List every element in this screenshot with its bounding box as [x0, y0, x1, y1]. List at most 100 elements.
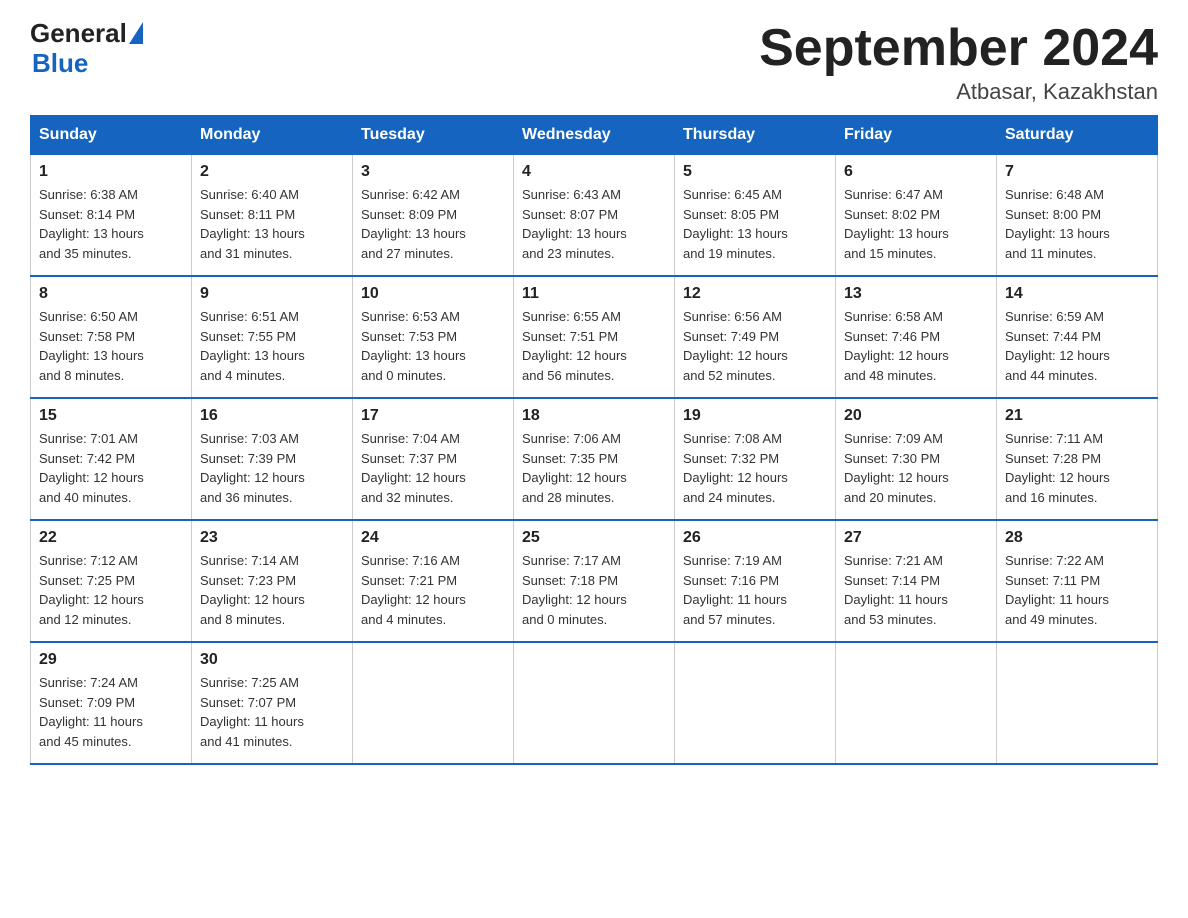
day-number: 8	[39, 285, 183, 303]
calendar-cell: 20 Sunrise: 7:09 AMSunset: 7:30 PMDayligh…	[836, 398, 997, 520]
day-info: Sunrise: 7:24 AMSunset: 7:09 PMDaylight:…	[39, 673, 183, 751]
calendar-cell: 22 Sunrise: 7:12 AMSunset: 7:25 PMDayligh…	[31, 520, 192, 642]
day-info: Sunrise: 6:56 AMSunset: 7:49 PMDaylight:…	[683, 307, 827, 385]
column-header-monday: Monday	[192, 116, 353, 155]
calendar-cell: 28 Sunrise: 7:22 AMSunset: 7:11 PMDayligh…	[997, 520, 1158, 642]
calendar-cell: 7Sunrise: 6:48 AMSunset: 8:00 PMDaylight…	[997, 155, 1158, 277]
calendar-cell: 25 Sunrise: 7:17 AMSunset: 7:18 PMDayligh…	[514, 520, 675, 642]
day-info: Sunrise: 6:45 AMSunset: 8:05 PMDaylight:…	[683, 185, 827, 263]
day-number: 2	[200, 163, 344, 181]
day-number: 24	[361, 529, 505, 547]
day-number: 23	[200, 529, 344, 547]
day-info: Sunrise: 7:01 AMSunset: 7:42 PMDaylight:…	[39, 429, 183, 507]
day-number: 21	[1005, 407, 1149, 425]
day-info: Sunrise: 7:04 AMSunset: 7:37 PMDaylight:…	[361, 429, 505, 507]
calendar-cell: 14Sunrise: 6:59 AMSunset: 7:44 PMDayligh…	[997, 276, 1158, 398]
day-number: 3	[361, 163, 505, 181]
calendar-cell: 19 Sunrise: 7:08 AMSunset: 7:32 PMDayligh…	[675, 398, 836, 520]
column-header-thursday: Thursday	[675, 116, 836, 155]
calendar-cell: 29 Sunrise: 7:24 AMSunset: 7:09 PMDayligh…	[31, 642, 192, 764]
calendar-week-row: 8 Sunrise: 6:50 AMSunset: 7:58 PMDaylight…	[31, 276, 1158, 398]
column-header-tuesday: Tuesday	[353, 116, 514, 155]
day-number: 1	[39, 163, 183, 181]
day-info: Sunrise: 7:06 AMSunset: 7:35 PMDaylight:…	[522, 429, 666, 507]
calendar-cell	[514, 642, 675, 764]
calendar-cell: 2 Sunrise: 6:40 AMSunset: 8:11 PMDaylight…	[192, 155, 353, 277]
day-number: 28	[1005, 529, 1149, 547]
day-info: Sunrise: 7:03 AMSunset: 7:39 PMDaylight:…	[200, 429, 344, 507]
month-title: September 2024	[759, 20, 1158, 77]
day-number: 16	[200, 407, 344, 425]
day-number: 25	[522, 529, 666, 547]
day-number: 11	[522, 285, 666, 303]
day-number: 18	[522, 407, 666, 425]
calendar-cell: 16 Sunrise: 7:03 AMSunset: 7:39 PMDayligh…	[192, 398, 353, 520]
title-area: September 2024 Atbasar, Kazakhstan	[759, 20, 1158, 105]
day-info: Sunrise: 6:58 AMSunset: 7:46 PMDaylight:…	[844, 307, 988, 385]
day-info: Sunrise: 7:21 AMSunset: 7:14 PMDaylight:…	[844, 551, 988, 629]
calendar-cell: 17Sunrise: 7:04 AMSunset: 7:37 PMDayligh…	[353, 398, 514, 520]
calendar-week-row: 1 Sunrise: 6:38 AMSunset: 8:14 PMDaylight…	[31, 155, 1158, 277]
calendar-cell: 1 Sunrise: 6:38 AMSunset: 8:14 PMDaylight…	[31, 155, 192, 277]
calendar-cell: 3 Sunrise: 6:42 AMSunset: 8:09 PMDaylight…	[353, 155, 514, 277]
calendar-cell: 9 Sunrise: 6:51 AMSunset: 7:55 PMDaylight…	[192, 276, 353, 398]
calendar-cell: 10 Sunrise: 6:53 AMSunset: 7:53 PMDayligh…	[353, 276, 514, 398]
calendar-cell: 30Sunrise: 7:25 AMSunset: 7:07 PMDayligh…	[192, 642, 353, 764]
calendar-cell: 6 Sunrise: 6:47 AMSunset: 8:02 PMDaylight…	[836, 155, 997, 277]
calendar-table: SundayMondayTuesdayWednesdayThursdayFrid…	[30, 115, 1158, 765]
calendar-cell: 15 Sunrise: 7:01 AMSunset: 7:42 PMDayligh…	[31, 398, 192, 520]
day-info: Sunrise: 6:38 AMSunset: 8:14 PMDaylight:…	[39, 185, 183, 263]
calendar-header-row: SundayMondayTuesdayWednesdayThursdayFrid…	[31, 116, 1158, 155]
day-info: Sunrise: 6:47 AMSunset: 8:02 PMDaylight:…	[844, 185, 988, 263]
day-info: Sunrise: 6:50 AMSunset: 7:58 PMDaylight:…	[39, 307, 183, 385]
logo: General Blue	[30, 20, 145, 79]
calendar-cell: 11Sunrise: 6:55 AMSunset: 7:51 PMDayligh…	[514, 276, 675, 398]
calendar-cell: 12 Sunrise: 6:56 AMSunset: 7:49 PMDayligh…	[675, 276, 836, 398]
calendar-week-row: 15 Sunrise: 7:01 AMSunset: 7:42 PMDayligh…	[31, 398, 1158, 520]
day-number: 6	[844, 163, 988, 181]
day-info: Sunrise: 7:16 AMSunset: 7:21 PMDaylight:…	[361, 551, 505, 629]
day-info: Sunrise: 7:11 AMSunset: 7:28 PMDaylight:…	[1005, 429, 1149, 507]
day-number: 27	[844, 529, 988, 547]
day-info: Sunrise: 7:14 AMSunset: 7:23 PMDaylight:…	[200, 551, 344, 629]
day-info: Sunrise: 6:51 AMSunset: 7:55 PMDaylight:…	[200, 307, 344, 385]
day-number: 26	[683, 529, 827, 547]
day-number: 29	[39, 651, 183, 669]
day-number: 9	[200, 285, 344, 303]
page-header: General Blue September 2024 Atbasar, Kaz…	[30, 20, 1158, 105]
day-number: 15	[39, 407, 183, 425]
day-number: 7	[1005, 163, 1149, 181]
day-info: Sunrise: 6:40 AMSunset: 8:11 PMDaylight:…	[200, 185, 344, 263]
day-number: 19	[683, 407, 827, 425]
day-info: Sunrise: 7:12 AMSunset: 7:25 PMDaylight:…	[39, 551, 183, 629]
calendar-cell: 21 Sunrise: 7:11 AMSunset: 7:28 PMDayligh…	[997, 398, 1158, 520]
day-info: Sunrise: 7:19 AMSunset: 7:16 PMDaylight:…	[683, 551, 827, 629]
logo-blue-text: Blue	[32, 48, 88, 78]
location-title: Atbasar, Kazakhstan	[759, 79, 1158, 105]
day-number: 20	[844, 407, 988, 425]
day-number: 22	[39, 529, 183, 547]
day-info: Sunrise: 7:25 AMSunset: 7:07 PMDaylight:…	[200, 673, 344, 751]
day-number: 5	[683, 163, 827, 181]
day-number: 14	[1005, 285, 1149, 303]
day-number: 13	[844, 285, 988, 303]
day-info: Sunrise: 6:53 AMSunset: 7:53 PMDaylight:…	[361, 307, 505, 385]
calendar-cell	[353, 642, 514, 764]
calendar-cell: 5 Sunrise: 6:45 AMSunset: 8:05 PMDaylight…	[675, 155, 836, 277]
day-number: 4	[522, 163, 666, 181]
calendar-cell: 24 Sunrise: 7:16 AMSunset: 7:21 PMDayligh…	[353, 520, 514, 642]
calendar-cell: 4Sunrise: 6:43 AMSunset: 8:07 PMDaylight…	[514, 155, 675, 277]
day-info: Sunrise: 7:09 AMSunset: 7:30 PMDaylight:…	[844, 429, 988, 507]
day-info: Sunrise: 7:22 AMSunset: 7:11 PMDaylight:…	[1005, 551, 1149, 629]
day-info: Sunrise: 7:17 AMSunset: 7:18 PMDaylight:…	[522, 551, 666, 629]
day-number: 12	[683, 285, 827, 303]
day-info: Sunrise: 7:08 AMSunset: 7:32 PMDaylight:…	[683, 429, 827, 507]
day-info: Sunrise: 6:42 AMSunset: 8:09 PMDaylight:…	[361, 185, 505, 263]
calendar-cell	[675, 642, 836, 764]
day-number: 10	[361, 285, 505, 303]
calendar-cell: 27 Sunrise: 7:21 AMSunset: 7:14 PMDayligh…	[836, 520, 997, 642]
logo-general-text: General	[30, 20, 127, 46]
calendar-cell	[836, 642, 997, 764]
calendar-cell: 26 Sunrise: 7:19 AMSunset: 7:16 PMDayligh…	[675, 520, 836, 642]
calendar-cell: 8 Sunrise: 6:50 AMSunset: 7:58 PMDaylight…	[31, 276, 192, 398]
